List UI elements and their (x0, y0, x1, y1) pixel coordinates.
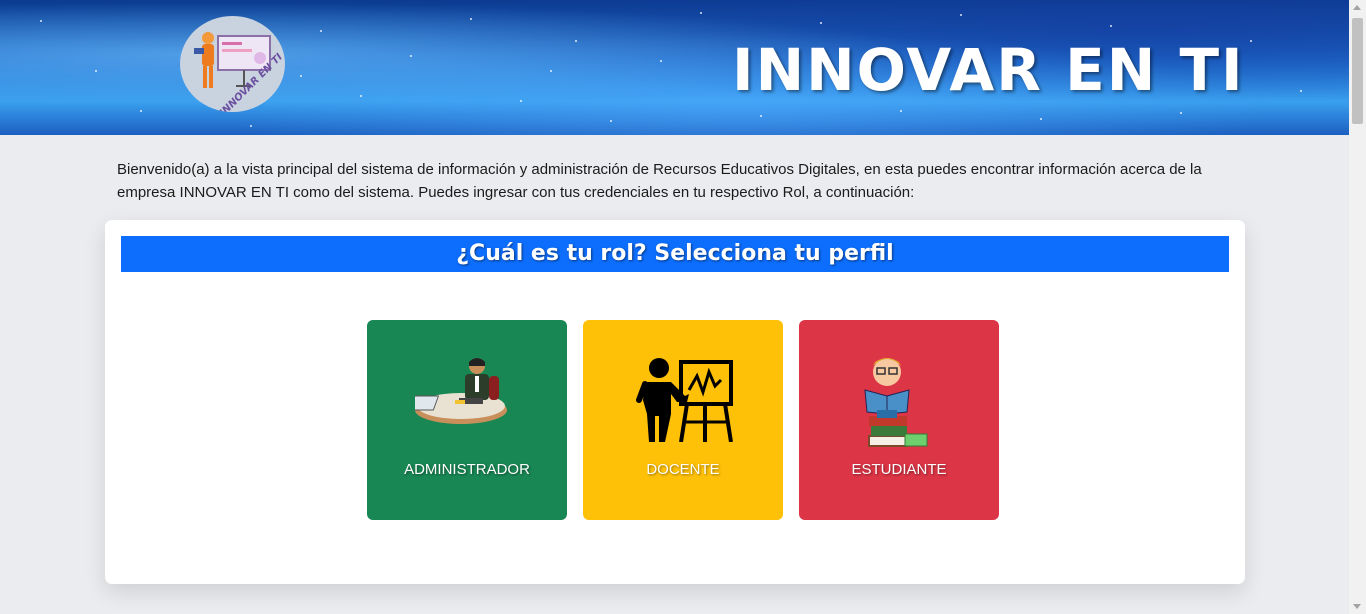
administrator-icon (415, 358, 507, 424)
teacher-icon (636, 358, 733, 442)
company-logo[interactable]: INNOVAR EN TI (180, 16, 285, 112)
site-title: INNOVAR EN TI (732, 36, 1245, 104)
role-selection-card: ¿Cuál es tu rol? Selecciona tu perfil AD… (105, 220, 1245, 584)
page-scrollbar[interactable] (1349, 0, 1366, 614)
administrator-role-button[interactable]: ADMINISTRADOR (367, 320, 567, 520)
teacher-role-button[interactable]: DOCENTE (583, 320, 783, 520)
role-selection-title: ¿Cuál es tu rol? Selecciona tu perfil (121, 236, 1229, 272)
scrollbar-thumb[interactable] (1352, 18, 1363, 124)
student-label: ESTUDIANTE (851, 461, 947, 478)
administrator-label: ADMINISTRADOR (404, 461, 530, 478)
student-role-button[interactable]: ESTUDIANTE (799, 320, 999, 520)
teacher-label: DOCENTE (646, 461, 720, 478)
scroll-up-arrow-icon[interactable] (1353, 5, 1361, 10)
welcome-text: Bienvenido(a) a la vista principal del s… (117, 161, 1202, 201)
student-icon (864, 358, 928, 447)
header-banner: INNOVAR EN TI INNOVAR EN TI (0, 0, 1349, 135)
scroll-down-arrow-icon[interactable] (1353, 604, 1361, 609)
